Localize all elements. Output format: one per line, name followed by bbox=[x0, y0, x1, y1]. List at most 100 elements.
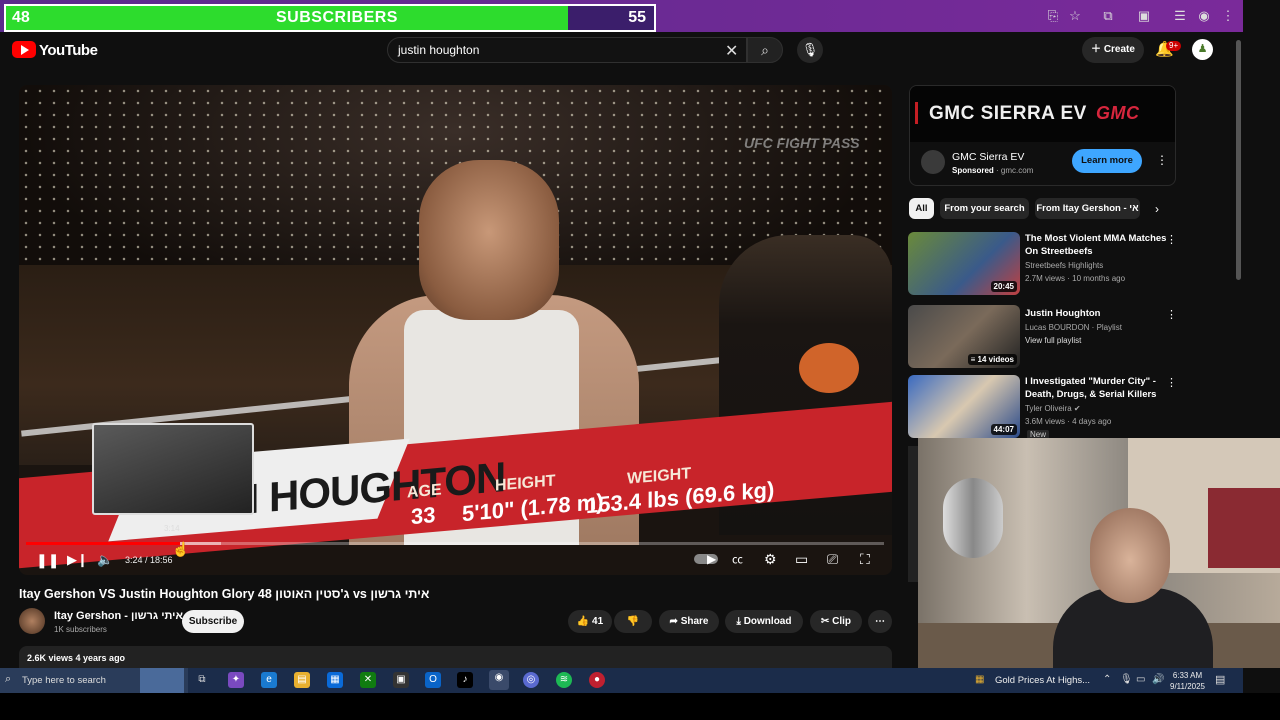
ad-banner-image[interactable]: GMC SIERRA EV GMC bbox=[910, 86, 1175, 142]
channel-subscriber-count: 1K subscribers bbox=[54, 625, 107, 634]
seek-preview-time: 3:14 bbox=[164, 524, 180, 533]
download-button[interactable]: ⤓ Download bbox=[725, 610, 803, 633]
clear-search-icon[interactable]: ✕ bbox=[725, 41, 738, 61]
profile-icon[interactable]: ◉ bbox=[1196, 8, 1212, 24]
taskbar-search-placeholder[interactable]: Type here to search bbox=[22, 675, 106, 686]
rec-options-icon[interactable]: ⋮ bbox=[1166, 308, 1177, 321]
video-title: Itay Gershon VS Justin Houghton Glory 48… bbox=[19, 587, 430, 601]
app-red-icon[interactable]: ● bbox=[589, 672, 605, 688]
like-count: 41 bbox=[592, 616, 604, 627]
clock-date: 9/11/2025 bbox=[1170, 682, 1205, 691]
rec-playlist-link[interactable]: View full playlist bbox=[1025, 336, 1081, 345]
outlook-icon[interactable]: O bbox=[425, 672, 441, 688]
xbox-icon[interactable]: ✕ bbox=[360, 672, 376, 688]
age-label: AGE bbox=[407, 481, 442, 502]
video-player[interactable]: UFC FIGHT PASS N HOUGHTON AGE 33 HEIGHT … bbox=[19, 85, 892, 575]
news-widget[interactable]: Gold Prices At Highs... bbox=[995, 675, 1090, 686]
rec-title[interactable]: Justin Houghton bbox=[1025, 307, 1173, 320]
rec-thumbnail[interactable]: 44:07 bbox=[908, 375, 1020, 438]
rec-title[interactable]: I Investigated "Murder City" - Death, Dr… bbox=[1025, 375, 1173, 401]
split-view-icon[interactable]: ▣ bbox=[1136, 8, 1152, 24]
chip-all[interactable]: All bbox=[909, 198, 934, 219]
ad-title[interactable]: GMC Sierra EV bbox=[952, 151, 1024, 163]
search-query[interactable]: justin houghton bbox=[398, 43, 479, 57]
settings-gear-icon[interactable]: ⚙ bbox=[764, 551, 777, 568]
thumbs-down-icon: 👎 bbox=[626, 616, 640, 627]
browser-menu-icon[interactable]: ⋮ bbox=[1220, 8, 1236, 24]
channel-avatar[interactable] bbox=[19, 608, 45, 634]
reading-list-icon[interactable]: ☰ bbox=[1172, 8, 1188, 24]
rec-options-icon[interactable]: ⋮ bbox=[1166, 376, 1177, 389]
subscriber-label: SUBSCRIBERS bbox=[276, 9, 398, 26]
rec-thumbnail[interactable]: 20:45 bbox=[908, 232, 1020, 295]
thumbs-up-icon: 👍 bbox=[576, 616, 593, 627]
chip-from-channel[interactable]: From Itay Gershon - אי bbox=[1035, 198, 1140, 219]
rec-channel[interactable]: Lucas BOURDON · Playlist bbox=[1025, 323, 1122, 332]
rec-channel[interactable]: Tyler Oliveira ✔ bbox=[1025, 404, 1081, 413]
rec-thumbnail-partial[interactable] bbox=[908, 446, 918, 582]
fullscreen-icon[interactable]: ⛶ bbox=[860, 551, 870, 568]
rec-channel[interactable]: Streetbeefs Highlights bbox=[1025, 261, 1103, 270]
search-icon: ⌕ bbox=[5, 673, 12, 685]
description-box[interactable]: 2.6K views 4 years ago bbox=[19, 646, 892, 668]
chip-from-your-search[interactable]: From your search bbox=[940, 198, 1029, 219]
sponsored-ad-card[interactable]: GMC SIERRA EV GMC GMC Sierra EV Sponsore… bbox=[909, 85, 1176, 186]
youtube-logo-text[interactable]: YouTube bbox=[39, 42, 98, 59]
rec-options-icon[interactable]: ⋮ bbox=[1166, 233, 1177, 246]
cast-icon[interactable]: ⎚ bbox=[827, 551, 838, 568]
search-input[interactable]: justin houghton ✕ bbox=[387, 37, 747, 63]
chevron-right-icon[interactable]: › bbox=[1155, 202, 1159, 216]
taskbar-widget-image[interactable] bbox=[140, 668, 184, 693]
tray-overflow-icon[interactable]: ⌃ bbox=[1103, 674, 1111, 685]
search-button[interactable]: ⌕ bbox=[747, 37, 783, 63]
share-icon: ➦ bbox=[669, 616, 681, 627]
microphone-icon: 🎙 bbox=[801, 42, 819, 57]
autoplay-play-icon: ▶ bbox=[707, 552, 717, 566]
edge-icon[interactable]: e bbox=[261, 672, 277, 688]
task-view-icon[interactable]: ⧉ bbox=[194, 672, 210, 688]
dislike-button[interactable]: 👎 bbox=[614, 610, 652, 633]
like-button[interactable]: 👍 41 bbox=[568, 610, 612, 633]
captions-icon[interactable]: ㏄ bbox=[732, 551, 743, 567]
progress-played bbox=[26, 542, 181, 545]
rec-thumbnail[interactable]: ≡ 14 videos bbox=[908, 305, 1020, 368]
extensions-icon[interactable]: ⧉ bbox=[1100, 8, 1116, 24]
youtube-logo-icon[interactable] bbox=[12, 41, 36, 58]
spotify-icon[interactable]: ≋ bbox=[556, 672, 572, 688]
notification-center-icon[interactable]: ▤ bbox=[1215, 673, 1225, 686]
rec-duration: ≡ 14 videos bbox=[967, 354, 1017, 365]
create-label: Create bbox=[1103, 44, 1135, 55]
store-icon[interactable]: ▦ bbox=[327, 672, 343, 688]
rec-title[interactable]: The Most Violent MMA Matches On Streetbe… bbox=[1025, 232, 1173, 258]
channel-name[interactable]: Itay Gershon - איתי גרשון bbox=[54, 610, 183, 622]
file-explorer-icon[interactable]: ▤ bbox=[294, 672, 310, 688]
subscribe-button[interactable]: Subscribe bbox=[182, 610, 244, 633]
account-avatar[interactable]: ♟ bbox=[1192, 39, 1213, 60]
subscriber-count: 48 bbox=[12, 9, 30, 26]
copilot-icon[interactable]: ✦ bbox=[228, 672, 244, 688]
ad-options-icon[interactable]: ⋮ bbox=[1156, 153, 1168, 167]
scrollbar-thumb[interactable] bbox=[1236, 40, 1241, 280]
voice-search-button[interactable]: 🎙 bbox=[797, 37, 823, 63]
pause-icon[interactable]: ❚❚ bbox=[36, 552, 59, 569]
chrome-icon[interactable]: ◉ bbox=[489, 670, 509, 690]
app-icon[interactable]: ▣ bbox=[393, 672, 409, 688]
theater-mode-icon[interactable]: ▭ bbox=[795, 551, 808, 568]
bookmark-star-icon[interactable]: ☆ bbox=[1067, 8, 1083, 24]
speaker-icon[interactable]: 🔊 bbox=[1152, 674, 1164, 685]
volume-icon[interactable]: 🔈 bbox=[97, 552, 113, 568]
taskbar-clock[interactable]: 6:33 AM 9/11/2025 bbox=[1170, 670, 1205, 692]
obs-icon[interactable]: ◎ bbox=[523, 672, 539, 688]
create-button[interactable]: ＋ Create bbox=[1082, 37, 1144, 63]
clip-button[interactable]: ✂ Clip bbox=[810, 610, 862, 633]
network-icon[interactable]: ▭ bbox=[1136, 674, 1145, 685]
microphone-tray-icon[interactable]: 🎙 bbox=[1120, 674, 1133, 685]
subscriber-goal-widget: 48 SUBSCRIBERS 55 bbox=[4, 4, 656, 32]
share-button[interactable]: ➦ Share bbox=[659, 610, 719, 633]
next-icon[interactable]: ▶❙ bbox=[67, 552, 88, 568]
tiktok-icon[interactable]: ♪ bbox=[457, 672, 473, 688]
learn-more-button[interactable]: Learn more bbox=[1072, 149, 1142, 173]
gmc-logo: GMC bbox=[1096, 103, 1140, 123]
install-app-icon[interactable]: ⎘ bbox=[1045, 8, 1061, 24]
more-actions-button[interactable]: ⋯ bbox=[868, 610, 892, 633]
